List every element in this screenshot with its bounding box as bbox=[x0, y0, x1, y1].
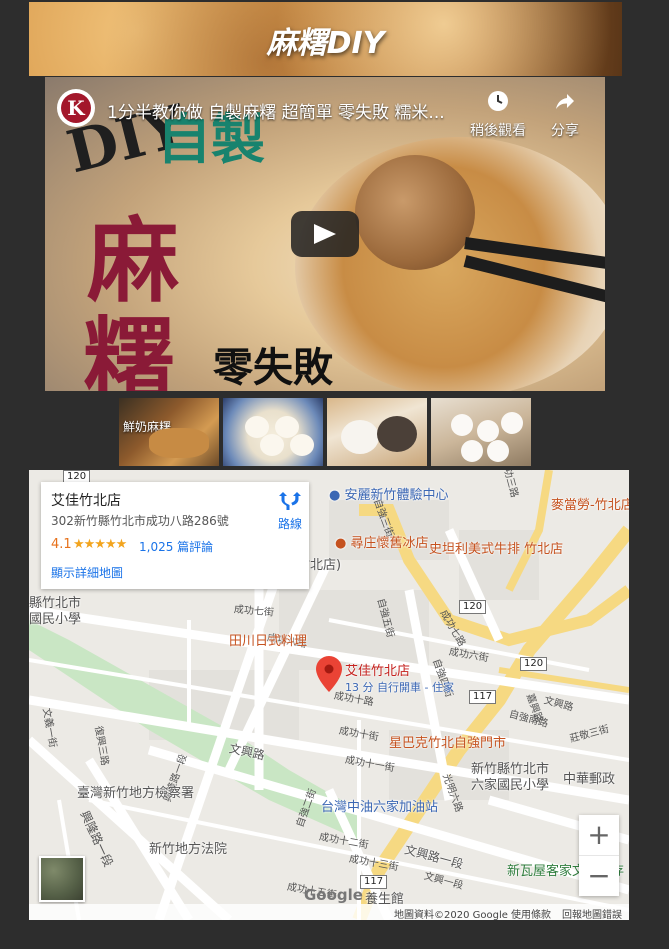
clock-icon bbox=[468, 89, 528, 115]
channel-avatar[interactable]: K bbox=[57, 89, 95, 127]
google-map[interactable]: 120 120 120 117 117 成功七街 成功八路 成功十街 成功十一街… bbox=[29, 470, 629, 920]
directions-label: 路線 bbox=[277, 517, 302, 531]
directions-button[interactable]: 路線 bbox=[265, 490, 315, 532]
rating-stars-icon: ★★★★★ bbox=[73, 537, 127, 552]
poi-stanley-steak[interactable]: 史坦利美式牛排 竹北店 bbox=[429, 538, 563, 557]
poi-label: 尋庄懷舊冰店 bbox=[350, 536, 429, 551]
view-larger-map-link[interactable]: 顯示詳細地圖 bbox=[51, 564, 123, 581]
pin-title: 艾佳竹北店 bbox=[345, 664, 411, 679]
share-label: 分享 bbox=[551, 123, 579, 139]
map-pin-icon: ● bbox=[335, 536, 351, 551]
poi-post-office: 中華郵政 bbox=[563, 772, 616, 787]
zoom-out-button[interactable]: − bbox=[579, 856, 619, 896]
page-title: 麻糬DIY bbox=[266, 26, 385, 61]
poi-label: 星巴克竹北自強門市 bbox=[389, 736, 507, 751]
poi-starbucks[interactable]: 星巴克竹北自強門市 bbox=[389, 732, 506, 751]
terms-link[interactable]: 使用條款 bbox=[511, 906, 551, 920]
map-attribution: 地圖資料©2020 Google bbox=[394, 910, 508, 920]
poi-label: 台灣中油六家加油站 bbox=[321, 800, 439, 815]
satellite-toggle-button[interactable] bbox=[39, 856, 85, 902]
poi-school-2: 六家國民小學 bbox=[471, 778, 550, 793]
poi-district-court: 新竹地方法院 bbox=[149, 842, 228, 857]
directions-icon bbox=[279, 492, 301, 510]
route-shield: 120 bbox=[459, 600, 487, 614]
report-error-link[interactable]: 回報地圖錯誤 bbox=[562, 906, 622, 920]
gallery-thumbnail-3[interactable] bbox=[327, 398, 427, 466]
thumbnail-text-zero-fail: 零失敗 bbox=[213, 344, 333, 391]
play-button[interactable] bbox=[291, 211, 359, 257]
header-banner: 麻糬DIY bbox=[29, 2, 622, 76]
route-shield: 117 bbox=[360, 875, 388, 889]
zoom-control: + − bbox=[579, 815, 619, 896]
thumbnail-text-ji: 糬 bbox=[83, 307, 176, 391]
route-shield: 120 bbox=[520, 657, 548, 671]
video-title[interactable]: 1分半教你做 自製麻糬 超簡單 零失敗 糯米... bbox=[107, 98, 467, 123]
poi-label: 田川日式料理 bbox=[229, 634, 308, 649]
share-arrow-icon bbox=[535, 89, 595, 115]
pin-label: 艾佳竹北店 13 分 自行開車 - 住家 bbox=[345, 660, 454, 695]
place-rating: 4.1 bbox=[51, 537, 72, 552]
share-button[interactable]: 分享 bbox=[535, 89, 595, 140]
zoom-in-button[interactable]: + bbox=[579, 815, 619, 855]
gallery-thumbnail-2[interactable] bbox=[223, 398, 323, 466]
watch-later-button[interactable]: 稍後觀看 bbox=[468, 89, 528, 140]
reviews-link[interactable]: 1,025 篇評論 bbox=[139, 538, 213, 555]
location-pin-icon[interactable] bbox=[316, 656, 342, 696]
place-info-card: 艾佳竹北店 302新竹縣竹北市成功八路286號 4.1 ★★★★★ 1,025 … bbox=[41, 482, 309, 589]
video-thumbnail-mochi bbox=[355, 155, 475, 270]
poi-edge-2: 國民小學 bbox=[29, 612, 82, 627]
poi-tagawa[interactable]: 田川日式料理 bbox=[229, 630, 307, 649]
route-shield: 117 bbox=[469, 690, 497, 704]
map-footer: 地圖資料©2020 Google 使用條款 回報地圖錯誤 bbox=[29, 904, 629, 920]
channel-initial: K bbox=[61, 93, 91, 123]
gallery-thumbnail-1[interactable]: 鮮奶麻糬 bbox=[119, 398, 219, 466]
map-pin-icon: ● bbox=[329, 488, 345, 503]
gallery-thumbnail-4[interactable] bbox=[431, 398, 531, 466]
pin-subtitle: 13 分 自行開車 - 住家 bbox=[345, 681, 454, 694]
poi-label: 安麗新竹體驗中心 bbox=[344, 488, 449, 503]
place-address: 302新竹縣竹北市成功八路286號 bbox=[51, 514, 229, 528]
poi-mcdonalds[interactable]: 麥當勞-竹北店 bbox=[551, 494, 629, 513]
watch-later-label: 稍後觀看 bbox=[470, 123, 526, 139]
place-name: 艾佳竹北店 bbox=[51, 493, 121, 509]
google-logo: Google bbox=[304, 886, 363, 904]
poi-ice-shop[interactable]: ● 尋庄懷舊冰店 bbox=[335, 532, 429, 551]
poi-label: 麥當勞-竹北店 bbox=[551, 498, 629, 513]
poi-prosecutors-office: 臺灣新竹地方檢察署 bbox=[77, 786, 195, 801]
poi-gas-station[interactable]: 台灣中油六家加油站 bbox=[321, 796, 438, 815]
youtube-video-player[interactable]: DIY 自製 麻 糬 零失敗 K 1分半教你做 自製麻糬 超簡單 零失敗 糯米.… bbox=[45, 77, 605, 391]
play-icon bbox=[314, 224, 336, 244]
poi-amway[interactable]: ● 安麗新竹體驗中心 bbox=[329, 484, 449, 503]
poi-label: 史坦利美式牛排 竹北店 bbox=[429, 542, 564, 557]
